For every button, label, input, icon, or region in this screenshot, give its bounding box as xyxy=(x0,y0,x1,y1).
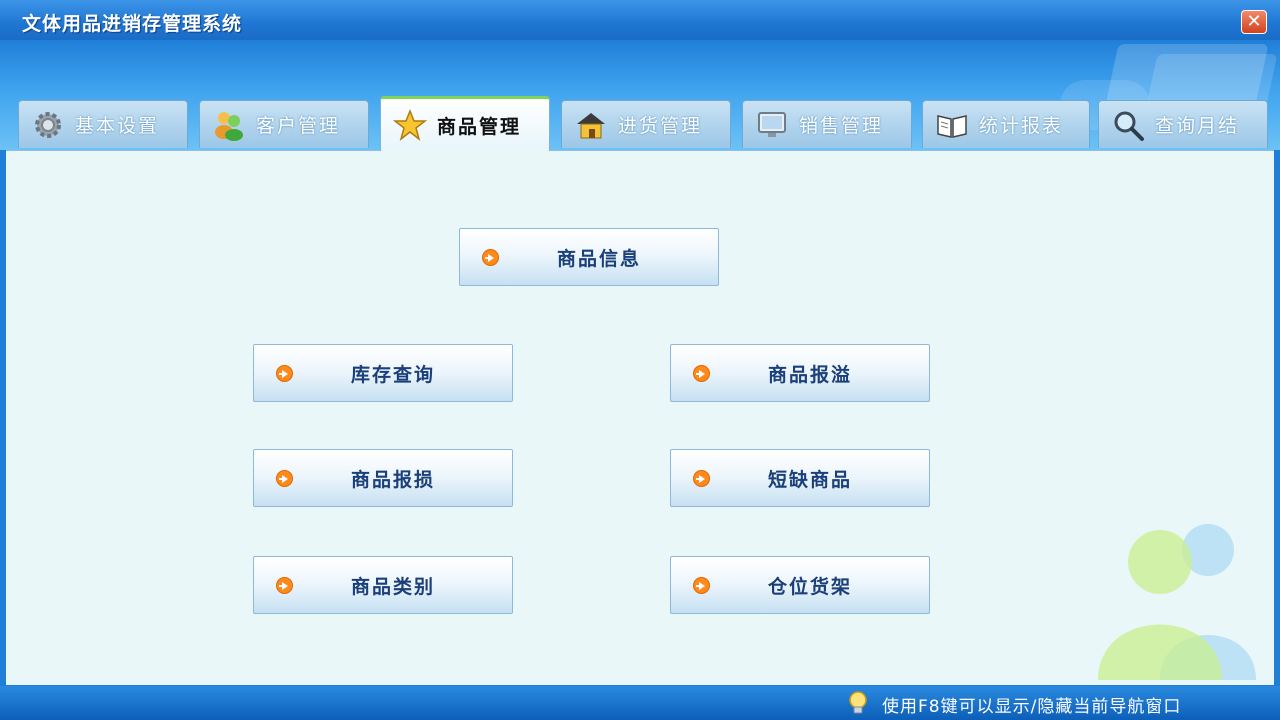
button-label: 商品报溢 xyxy=(767,363,852,386)
product-info-button[interactable]: 商品信息 xyxy=(459,228,719,286)
product-loss-button[interactable]: 商品报损 xyxy=(253,449,513,507)
users-icon xyxy=(212,108,246,142)
shortage-products-button[interactable]: 短缺商品 xyxy=(670,449,930,507)
house-icon xyxy=(574,108,608,142)
tab-label: 基本设置 xyxy=(75,115,160,137)
stock-query-button[interactable]: 库存查询 xyxy=(253,344,513,402)
book-icon xyxy=(935,108,969,142)
tab-label: 客户管理 xyxy=(256,115,341,137)
button-label: 短缺商品 xyxy=(767,468,852,491)
tab-basic-settings[interactable]: 基本设置 xyxy=(18,100,188,148)
close-button[interactable]: ✕ xyxy=(1241,10,1267,34)
title-bar: 文体用品进销存管理系统 ✕ xyxy=(0,0,1280,40)
status-bar: 使用F8键可以显示/隐藏当前导航窗口 xyxy=(0,686,1280,720)
button-label: 仓位货架 xyxy=(767,575,852,598)
tab-label: 统计报表 xyxy=(979,115,1064,137)
lightbulb-icon xyxy=(849,691,867,714)
tab-customer-management[interactable]: 客户管理 xyxy=(199,100,369,148)
messenger-mascot-icon xyxy=(1098,524,1256,680)
tab-statistics-reports[interactable]: 统计报表 xyxy=(922,100,1090,148)
status-hint: 使用F8键可以显示/隐藏当前导航窗口 xyxy=(882,697,1182,717)
tab-label: 销售管理 xyxy=(799,115,884,137)
tab-purchase-management[interactable]: 进货管理 xyxy=(561,100,731,148)
tab-query-monthly-close[interactable]: 查询月结 xyxy=(1098,100,1268,148)
product-category-button[interactable]: 商品类别 xyxy=(253,556,513,614)
button-label: 库存查询 xyxy=(350,363,435,386)
content-panel: 商品信息 库存查询 商品报溢 商品报损 短缺商品 商品类别 仓位货架 xyxy=(6,150,1274,685)
close-icon: ✕ xyxy=(1246,11,1262,32)
product-overflow-button[interactable]: 商品报溢 xyxy=(670,344,930,402)
tab-label: 查询月结 xyxy=(1155,115,1240,137)
tab-label: 进货管理 xyxy=(618,115,703,137)
button-label: 商品类别 xyxy=(350,575,435,598)
tab-product-management[interactable]: 商品管理 xyxy=(380,96,550,151)
star-icon xyxy=(393,108,427,142)
monitor-icon xyxy=(755,108,789,142)
tab-label: 商品管理 xyxy=(437,115,522,138)
button-label: 商品信息 xyxy=(556,247,641,270)
button-label: 商品报损 xyxy=(350,468,435,491)
app-window: 文体用品进销存管理系统 ✕ 基本设置 客户管理 商品管理 进货管理 销售管理 统… xyxy=(0,0,1280,720)
magnifier-icon xyxy=(1111,108,1145,142)
window-title: 文体用品进销存管理系统 xyxy=(22,13,243,35)
tab-sales-management[interactable]: 销售管理 xyxy=(742,100,912,148)
gear-icon xyxy=(31,108,65,142)
storage-shelf-button[interactable]: 仓位货架 xyxy=(670,556,930,614)
